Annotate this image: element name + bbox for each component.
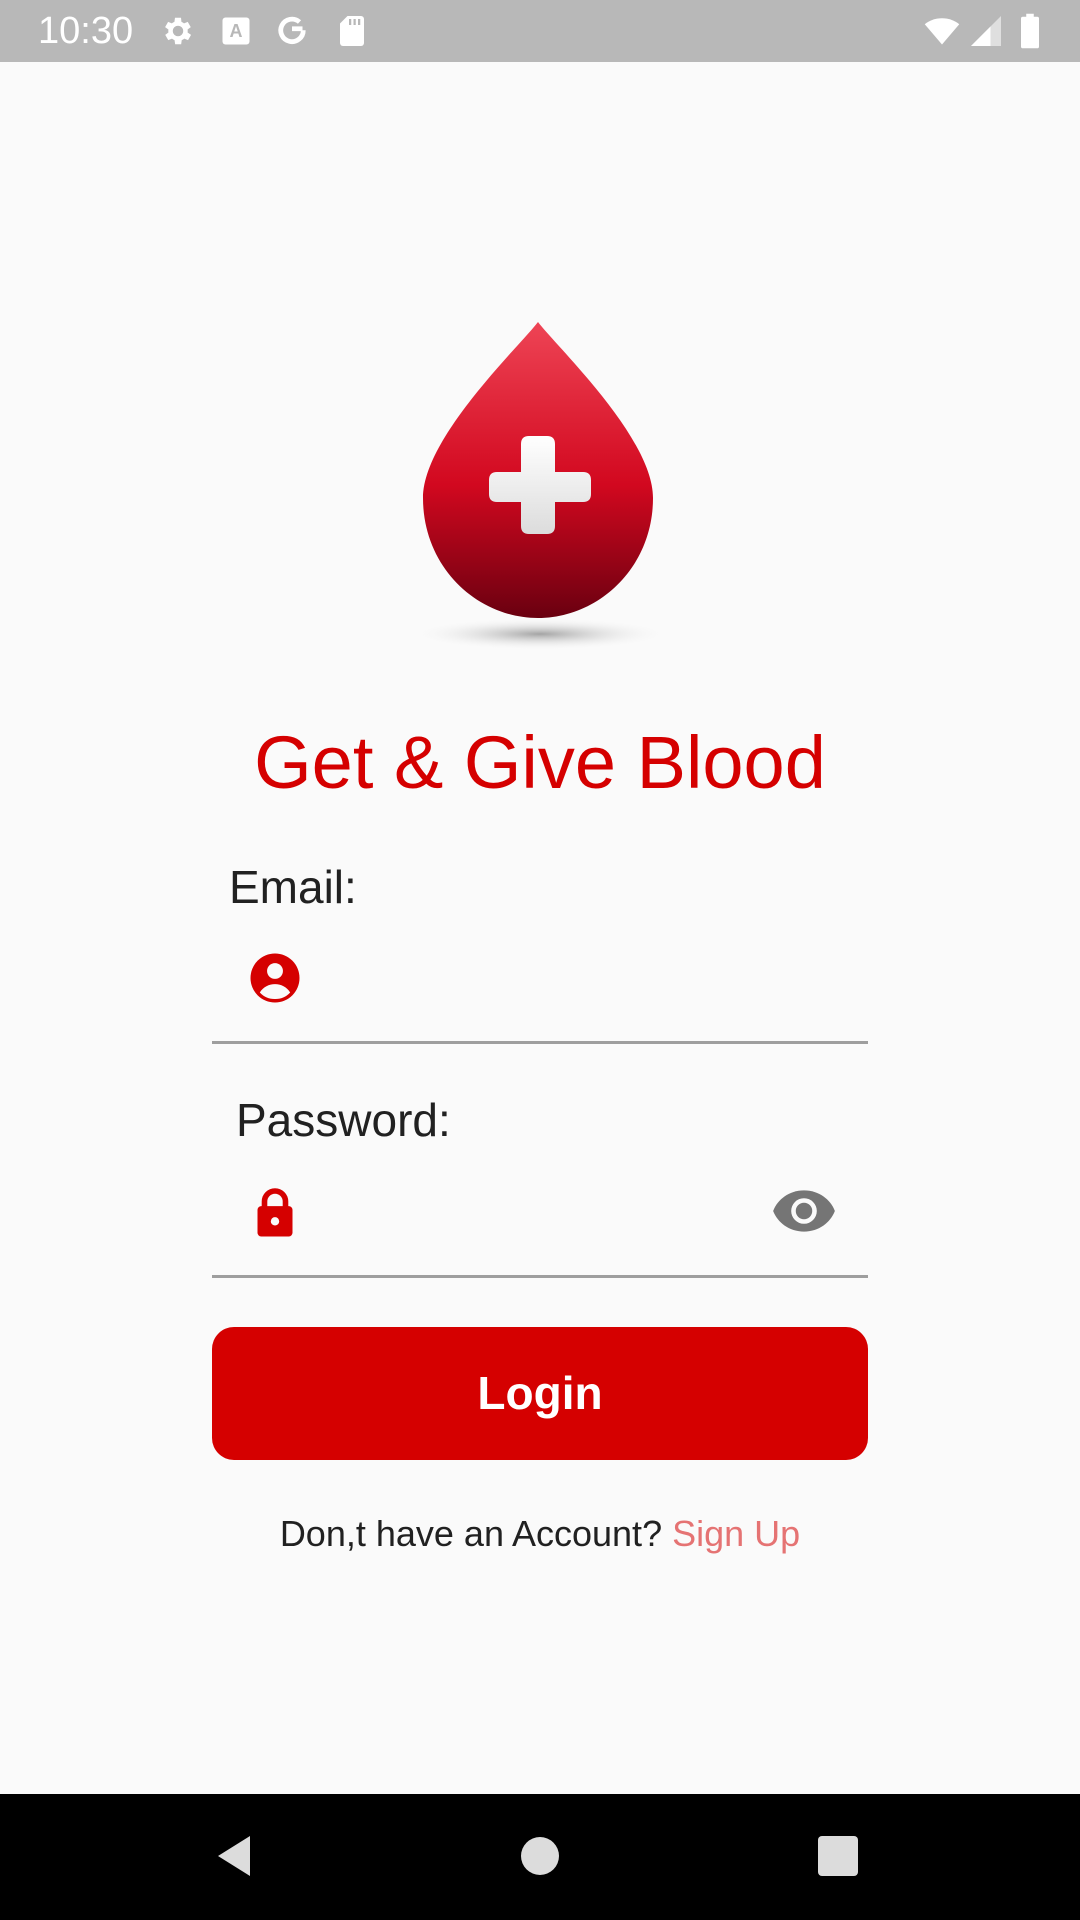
lock-icon <box>247 1184 303 1240</box>
password-label: Password: <box>236 1094 451 1146</box>
login-button[interactable]: Login <box>212 1327 868 1460</box>
recents-icon[interactable] <box>808 1826 868 1886</box>
wifi-icon <box>920 13 964 49</box>
cell-signal-icon <box>968 13 1004 49</box>
email-input[interactable] <box>308 961 752 1023</box>
svg-text:A: A <box>230 21 243 41</box>
person-icon <box>247 950 303 1006</box>
app-title: Get & Give Blood <box>254 721 826 804</box>
status-bar: 10:30 A <box>0 0 1080 62</box>
back-icon[interactable] <box>210 1826 270 1886</box>
email-field[interactable] <box>212 941 868 1044</box>
password-field[interactable] <box>212 1175 868 1278</box>
password-input[interactable] <box>308 1195 752 1257</box>
battery-icon <box>1016 13 1044 49</box>
a11y-text-icon: A <box>218 13 254 49</box>
navigation-bar <box>0 1794 1080 1920</box>
blood-drop-cross-icon <box>412 322 668 650</box>
google-icon <box>274 13 310 49</box>
eye-icon[interactable] <box>772 1185 836 1237</box>
sd-card-icon <box>334 13 370 49</box>
signup-link[interactable]: Sign Up <box>672 1513 800 1554</box>
signup-row: Don,t have an Account? Sign Up <box>0 1510 1080 1558</box>
status-time: 10:30 <box>38 10 134 52</box>
settings-icon <box>160 13 196 49</box>
blood-drop-logo <box>408 318 672 652</box>
signup-prompt: Don,t have an Account? <box>279 1513 673 1554</box>
home-icon[interactable] <box>510 1826 570 1886</box>
email-label: Email: <box>229 861 357 913</box>
